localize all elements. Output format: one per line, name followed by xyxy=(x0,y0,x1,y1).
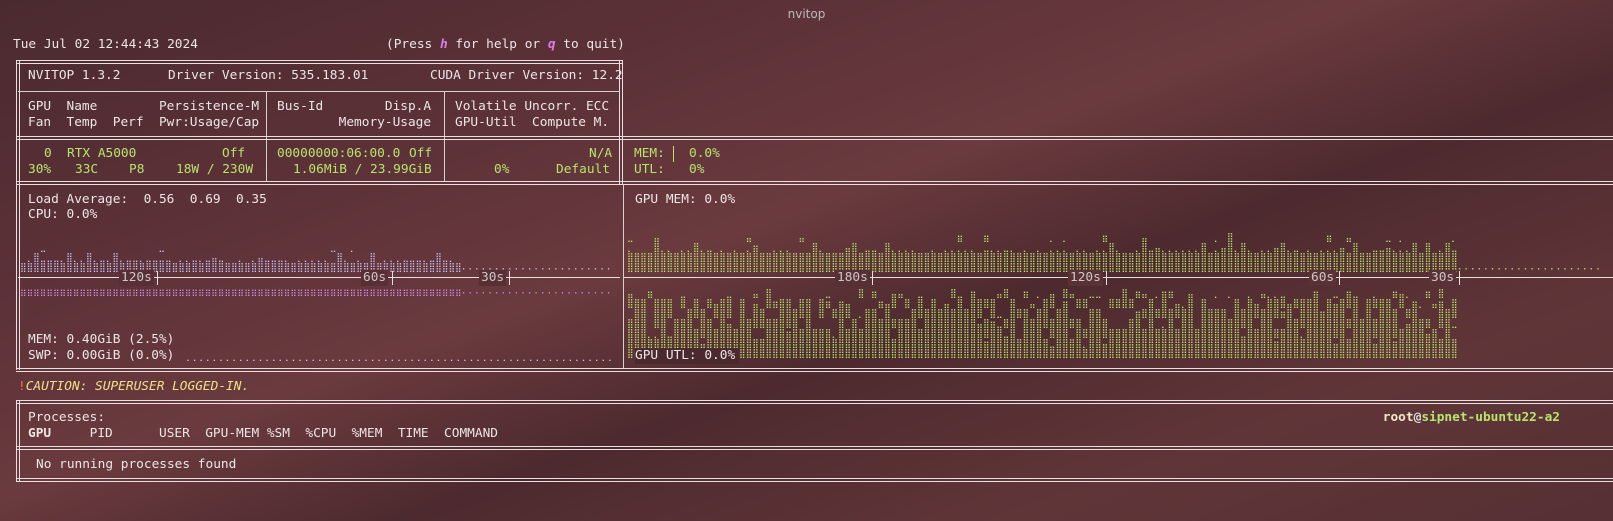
time-axis xyxy=(624,277,1613,278)
tick-label: 60s xyxy=(1309,270,1337,286)
border xyxy=(16,60,623,64)
user: root xyxy=(1382,410,1414,425)
cuda-version: CUDA Driver Version: 12.2 xyxy=(430,68,623,83)
border xyxy=(16,181,1613,185)
tick-mark xyxy=(157,271,158,285)
gpu-name: RTX A5000 xyxy=(67,146,137,161)
tick-mark xyxy=(1339,271,1340,285)
gpu-util-graph-label: GPU UTL: 0.0% xyxy=(635,348,740,364)
cpu-usage: CPU: 0.0% xyxy=(28,207,98,222)
column-headers[interactable]: PID USER GPU-MEM %SM %CPU %MEM TIME COMM… xyxy=(51,426,498,441)
time-axis xyxy=(18,277,620,278)
help-text: for help or xyxy=(447,37,548,52)
tick-label: 30s xyxy=(479,270,507,286)
tick-mark xyxy=(509,271,510,285)
gpu-bus-id: 00000000:06:00.0 xyxy=(277,146,401,161)
gpu-memory: 1.06MiB / 23.99GiB xyxy=(293,162,432,177)
border xyxy=(16,400,20,482)
gpu-utl-label: UTL: xyxy=(634,162,665,177)
border xyxy=(16,136,1613,140)
caution-bang: ! xyxy=(18,379,26,394)
tick-mark xyxy=(392,271,393,285)
tick-mark xyxy=(872,271,873,285)
border xyxy=(16,478,1613,482)
gpu-mem-value: 0.0% xyxy=(689,146,720,161)
border xyxy=(16,60,20,370)
divider xyxy=(18,91,620,92)
nvitop-version: NVITOP 1.3.2 xyxy=(28,68,121,83)
processes-title: Processes: xyxy=(28,410,106,425)
swap-usage: SWP: 0.00GiB (0.0%) xyxy=(28,348,175,363)
caution-message: !CAUTION: SUPERUSER LOGGED-IN. xyxy=(18,379,249,395)
gpu-ecc: N/A xyxy=(589,146,613,161)
user-host: root@sipnet-ubuntu22-a2 xyxy=(1383,410,1560,426)
gpu-temp: 33C xyxy=(75,162,99,177)
mem-usage: MEM: 0.40GiB (2.5%) xyxy=(28,332,175,347)
col-header: GPU Name Persistence-M xyxy=(28,99,260,114)
tick-label: 120s xyxy=(119,270,154,286)
mem-history-graph: ⣶⣶⣶⣶⣶⣶⣶⣶⣶⣶⣶⣶⣶⣶⣶⣶⣶⣶⣶⣶⣶⣶⣶⣶⣶⣶⣶⣶⣶⣶⣶⣶⣶⣶⣶⣶⣶⣶⣶⣶… xyxy=(20,287,614,297)
gpu-mem-label: MEM: xyxy=(634,146,665,161)
gpu-utl-value: 0% xyxy=(689,162,705,177)
border xyxy=(16,400,1613,404)
tick-mark xyxy=(1106,271,1107,285)
gpu-mem-history-graph: ⠀⠀⠀⠀⠀⠀⠀⠀⠀⠀⠀⠀⠀⠀⠀⠀⠀⠀⠀⠀⠀⠀⠀⠀⠀⠀⠀⠀⠀⠀⠀⠀⠀⠀⠀⠀⠀⠀⠀⠀… xyxy=(627,223,1603,273)
tick-label: 180s xyxy=(835,270,870,286)
gpu-perf: P8 xyxy=(129,162,145,177)
help-text: (Press xyxy=(386,37,440,52)
gpu-disp: Off xyxy=(409,146,433,161)
border xyxy=(16,446,1613,450)
gpu-fan: 30% xyxy=(28,162,52,177)
help-hint: (Press h for help or q to quit) xyxy=(386,37,625,53)
help-key[interactable]: h xyxy=(440,37,448,52)
gpu-util: 0% xyxy=(494,162,510,177)
gpu-compute-mode: Default xyxy=(556,162,610,177)
swap-history-graph: ⡀⡀⡀⡀⡀⡀⡀⡀⡀⡀⡀⡀⡀⡀⡀⡀⡀⡀⡀⡀⡀⡀⡀⡀⡀⡀⡀⡀⡀⡀⡀⡀⡀⡀⡀⡀⡀⡀⡀⡀… xyxy=(186,352,615,362)
tick-label: 60s xyxy=(361,270,389,286)
tick-label: 120s xyxy=(1068,270,1103,286)
gpu-util-history-graph: ⣤⠀⠀⣶⠀⠀⠀⠀⣀⠀⠀⠀⠀⠀⠀⣀⠀⠀⠀⣤⠀⣿⠀⠀⠀⠀⠀⠀⠀⠀⣀⠀⠀⠀⠀⣿⠀⣶⠀⠀… xyxy=(627,289,1603,359)
gpu-persistence: Off xyxy=(222,146,246,161)
driver-version: Driver Version: 535.183.01 xyxy=(168,68,369,83)
border xyxy=(16,368,1613,372)
load-average: Load Average: 0.56 0.69 0.35 xyxy=(28,192,267,207)
gpu-column-header[interactable]: GPU xyxy=(28,426,51,441)
gpu-mem-graph-label: GPU MEM: 0.0% xyxy=(635,192,736,207)
hostname: sipnet-ubuntu22-a2 xyxy=(1421,410,1560,425)
caution-text: CAUTION: SUPERUSER LOGGED-IN. xyxy=(25,379,250,394)
empty-processes-message: No running processes found xyxy=(36,457,237,472)
datetime: Tue Jul 02 12:44:43 2024 xyxy=(13,37,198,52)
col-header: Memory-Usage xyxy=(277,115,432,130)
col-header: Volatile Uncorr. ECC xyxy=(455,99,610,114)
tick-label: 30s xyxy=(1429,270,1457,286)
mem-bar xyxy=(673,146,674,162)
col-header: Bus-Id Disp.A xyxy=(277,99,432,114)
process-table-header: GPU PID USER GPU-MEM %SM %CPU %MEM TIME … xyxy=(28,426,498,442)
quit-key[interactable]: q xyxy=(548,37,556,52)
gpu-index: 0 xyxy=(44,146,52,161)
cpu-history-graph: ⠀⠀⠀⣀⠀⠀⠀⠀⠀⠀⠀⠀⠀⠀⠀⠀⠀⠀⠀⠀⠀⣀⠀⠀⠀⠀⠀⠀⠀⠀⠀⠀⠀⠀⠀⠀⠀⠀⠀⠀… xyxy=(20,243,614,273)
col-header: Fan Temp Perf Pwr:Usage/Cap xyxy=(28,115,260,130)
gpu-power: 18W / 230W xyxy=(176,162,254,177)
tick-mark xyxy=(1459,271,1460,285)
help-text: to quit) xyxy=(555,37,625,52)
col-header: GPU-Util Compute M. xyxy=(455,115,610,130)
window-title: nvitop xyxy=(787,7,826,21)
